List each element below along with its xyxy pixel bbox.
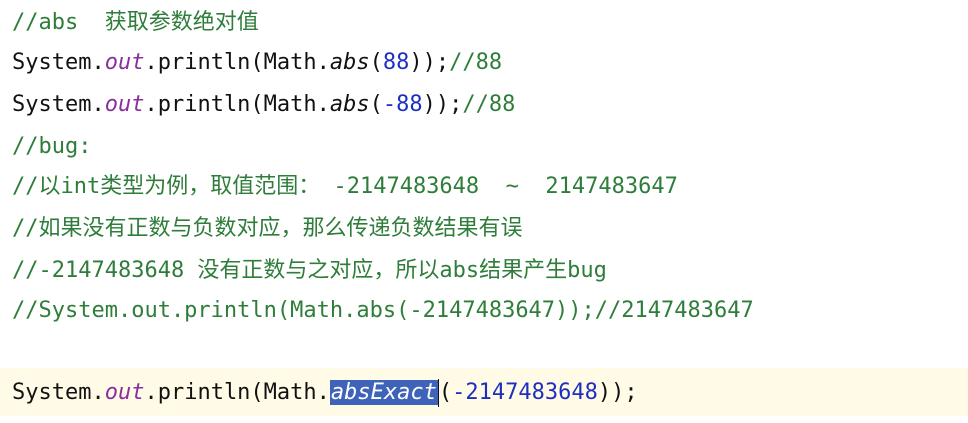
token-system: System. [12,92,105,117]
token-abs: abs [329,92,370,117]
token-open-paren: ( [369,92,383,117]
token-out: out [104,92,145,117]
token-out: out [104,50,145,75]
token-open-paren: ( [369,50,383,75]
token-println: .println(Math. [144,380,330,405]
code-editor[interactable]: //abs 获取参数绝对值 System.out.println(Math.ab… [0,0,968,423]
token-println: .println(Math. [144,92,330,117]
code-line-3: System.out.println(Math.abs(-88));//88 [12,88,515,122]
code-line-1: //abs 获取参数绝对值 [12,10,259,35]
token-out: out [104,380,145,405]
token-system: System. [12,380,105,405]
token-open-paren: ( [438,380,453,405]
token-comment: //88 [449,50,503,75]
code-line-4: //bug: [12,134,92,159]
code-line-5: //以int类型为例，取值范围： -2147483648 ~ 214748364… [12,174,678,199]
selected-text-absexact[interactable]: absExact [329,380,438,405]
code-line-7: //-2147483648 没有正数与之对应，所以abs结果产生bug [12,258,607,283]
token-close: )); [422,92,463,117]
token-number: 88 [382,50,410,75]
token-close: )); [409,50,450,75]
token-abs: abs [329,50,370,75]
token-close: )); [597,380,638,405]
code-line-2: System.out.println(Math.abs(88));//88 [12,46,502,80]
token-system: System. [12,50,105,75]
token-comment: //88 [462,92,516,117]
code-line-6: //如果没有正数与负数对应，那么传递负数结果有误 [12,216,523,241]
token-number: -88 [382,92,423,117]
code-line-10[interactable]: System.out.println(Math.absExact(-214748… [12,376,638,410]
token-number: -2147483648 [452,380,598,405]
code-line-8: //System.out.println(Math.abs(-214748364… [12,298,754,323]
token-println: .println(Math. [144,50,330,75]
